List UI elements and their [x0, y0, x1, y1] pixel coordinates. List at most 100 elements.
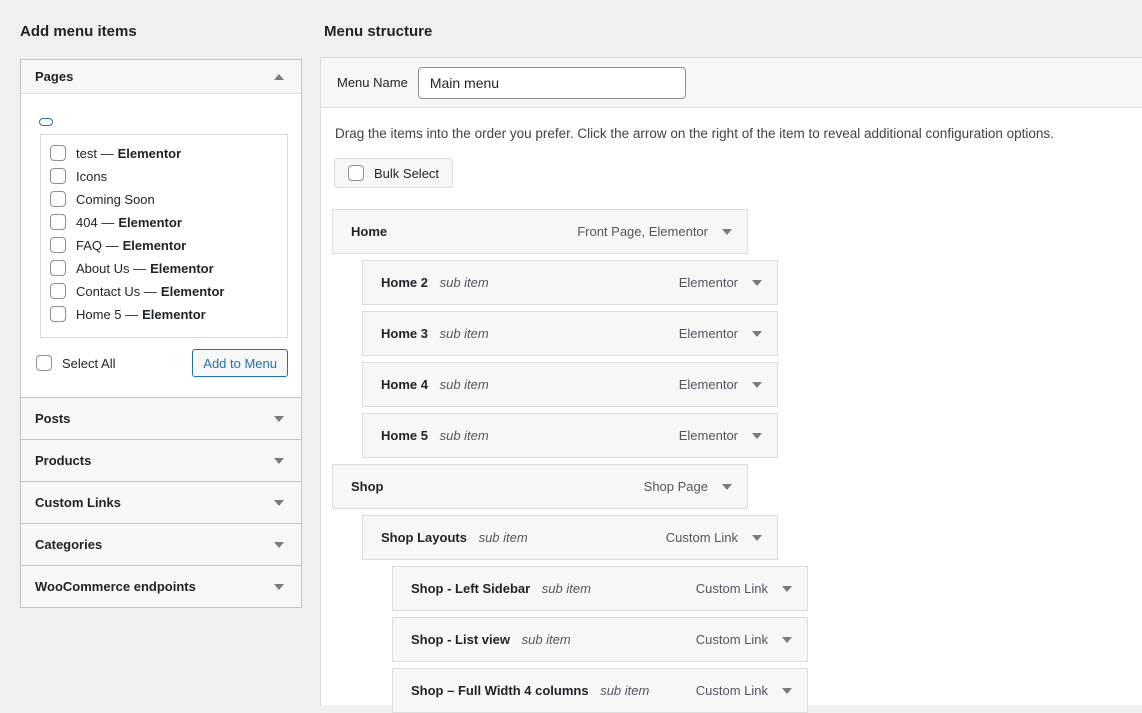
page-item-checkbox[interactable] — [50, 306, 66, 322]
page-item-checkbox[interactable] — [50, 191, 66, 207]
menu-item-text: Shop Layouts sub item — [381, 530, 654, 545]
pages-section-label: Pages — [35, 69, 73, 84]
accordion-section-label: WooCommerce endpoints — [35, 579, 196, 594]
item-options-arrow-icon[interactable] — [782, 586, 792, 592]
menu-item-type: Front Page, Elementor — [577, 224, 708, 239]
select-all-label: Select All — [62, 356, 115, 371]
expand-arrow-icon[interactable] — [274, 542, 284, 548]
item-options-arrow-icon[interactable] — [722, 229, 732, 235]
menu-item-text: Shop - Left Sidebar sub item — [411, 581, 684, 596]
menu-item-title: Home — [351, 224, 387, 239]
menu-structure-title: Menu structure — [320, 0, 1142, 57]
bulk-select-label: Bulk Select — [374, 166, 439, 181]
accordion-section-label: Custom Links — [35, 495, 121, 510]
menu-item-type: Custom Link — [666, 530, 738, 545]
page-list-item: 404 —Elementor — [50, 214, 279, 230]
menu-item-sub-label: sub item — [440, 428, 489, 443]
menu-item-sub-label: sub item — [522, 632, 571, 647]
select-all-checkbox[interactable] — [36, 355, 52, 371]
menu-editor-body: Drag the items into the order you prefer… — [321, 108, 1142, 705]
item-options-arrow-icon[interactable] — [752, 280, 762, 286]
item-options-arrow-icon[interactable] — [752, 331, 762, 337]
expand-arrow-icon[interactable] — [274, 500, 284, 506]
expand-arrow-icon[interactable] — [274, 584, 284, 590]
menu-name-input[interactable] — [418, 67, 686, 99]
page-item-checkbox[interactable] — [50, 168, 66, 184]
bulk-select-checkbox[interactable] — [348, 165, 364, 181]
menu-item-bar[interactable]: Shop Layouts sub item Custom Link — [362, 515, 778, 560]
accordion-sections: Posts Products Custom Links Categories W… — [20, 397, 302, 608]
accordion-section-header[interactable]: Custom Links — [20, 481, 302, 524]
select-all: Select All — [36, 355, 115, 371]
pages-section-body: test —Elementor Icons Coming Soon 404 —E… — [21, 94, 301, 397]
page-item-checkbox[interactable] — [50, 214, 66, 230]
page-item-label: 404 —Elementor — [76, 215, 182, 230]
item-options-arrow-icon[interactable] — [722, 484, 732, 490]
menu-item-title: Shop - Left Sidebar — [411, 581, 530, 596]
accordion-section-header[interactable]: Products — [20, 439, 302, 482]
page-item-label: Contact Us —Elementor — [76, 284, 225, 299]
pages-tab[interactable] — [39, 118, 53, 126]
page-item-label: test —Elementor — [76, 146, 181, 161]
menu-item-title: Shop — [351, 479, 384, 494]
menu-item-title: Shop - List view — [411, 632, 510, 647]
menu-item-title: Home 2 — [381, 275, 428, 290]
menu-item-type: Custom Link — [696, 581, 768, 596]
accordion-section-header[interactable]: WooCommerce endpoints — [20, 565, 302, 608]
page-list-item: FAQ —Elementor — [50, 237, 279, 253]
pages-section-header[interactable]: Pages — [21, 60, 301, 94]
item-options-arrow-icon[interactable] — [752, 382, 762, 388]
menu-name-label: Menu Name — [337, 75, 408, 90]
accordion-section-header[interactable]: Posts — [20, 397, 302, 440]
menu-name-bar: Menu Name — [321, 58, 1142, 108]
expand-arrow-icon[interactable] — [274, 416, 284, 422]
menu-item-sub-label: sub item — [542, 581, 591, 596]
page-item-checkbox[interactable] — [50, 283, 66, 299]
menu-item-type: Custom Link — [696, 632, 768, 647]
menu-item-bar[interactable]: Home 3 sub item Elementor — [362, 311, 778, 356]
menu-item-bar[interactable]: Home 4 sub item Elementor — [362, 362, 778, 407]
add-to-menu-button[interactable]: Add to Menu — [192, 349, 288, 377]
menu-item-title: Shop – Full Width 4 columns — [411, 683, 589, 698]
menu-item-type: Elementor — [679, 377, 738, 392]
page-item-label: About Us —Elementor — [76, 261, 214, 276]
menu-item-bar[interactable]: Shop Shop Page — [332, 464, 748, 509]
item-options-arrow-icon[interactable] — [752, 535, 762, 541]
pages-section: Pages test —Elementor Icons Coming Soo — [20, 59, 302, 398]
page-item-checkbox[interactable] — [50, 260, 66, 276]
item-options-arrow-icon[interactable] — [752, 433, 762, 439]
menu-item-bar[interactable]: Home 2 sub item Elementor — [362, 260, 778, 305]
menu-item-text: Home 2 sub item — [381, 275, 667, 290]
menu-item-text: Home 3 sub item — [381, 326, 667, 341]
menu-item-sub-label: sub item — [440, 275, 489, 290]
bulk-select[interactable]: Bulk Select — [334, 158, 453, 188]
page-list-item: Coming Soon — [50, 191, 279, 207]
menu-item-type: Elementor — [679, 275, 738, 290]
menu-item-bar[interactable]: Shop – Full Width 4 columns sub item Cus… — [392, 668, 808, 713]
menu-item-text: Home — [351, 224, 565, 239]
menu-item-bar[interactable]: Home Front Page, Elementor — [332, 209, 748, 254]
page-item-checkbox[interactable] — [50, 145, 66, 161]
page-item-checkbox[interactable] — [50, 237, 66, 253]
menu-item-bar[interactable]: Home 5 sub item Elementor — [362, 413, 778, 458]
page-list-item: test —Elementor — [50, 145, 279, 161]
page-item-label: Icons — [76, 169, 107, 184]
menu-item-bar[interactable]: Shop - Left Sidebar sub item Custom Link — [392, 566, 808, 611]
accordion-section-header[interactable]: Categories — [20, 523, 302, 566]
menu-item-sub-label: sub item — [479, 530, 528, 545]
accordion-section-label: Posts — [35, 411, 70, 426]
menu-item-sub-label: sub item — [440, 326, 489, 341]
menu-item-text: Home 5 sub item — [381, 428, 667, 443]
menu-item-type: Custom Link — [696, 683, 768, 698]
menu-item-bar[interactable]: Shop - List view sub item Custom Link — [392, 617, 808, 662]
item-options-arrow-icon[interactable] — [782, 637, 792, 643]
add-menu-items-title: Add menu items — [20, 0, 302, 59]
collapse-arrow-icon[interactable] — [274, 74, 284, 80]
menu-item-title: Home 4 — [381, 377, 428, 392]
menu-item-type: Elementor — [679, 326, 738, 341]
item-options-arrow-icon[interactable] — [782, 688, 792, 694]
expand-arrow-icon[interactable] — [274, 458, 284, 464]
page-item-label: Coming Soon — [76, 192, 155, 207]
menu-item-title: Home 3 — [381, 326, 428, 341]
page-list-item: Icons — [50, 168, 279, 184]
